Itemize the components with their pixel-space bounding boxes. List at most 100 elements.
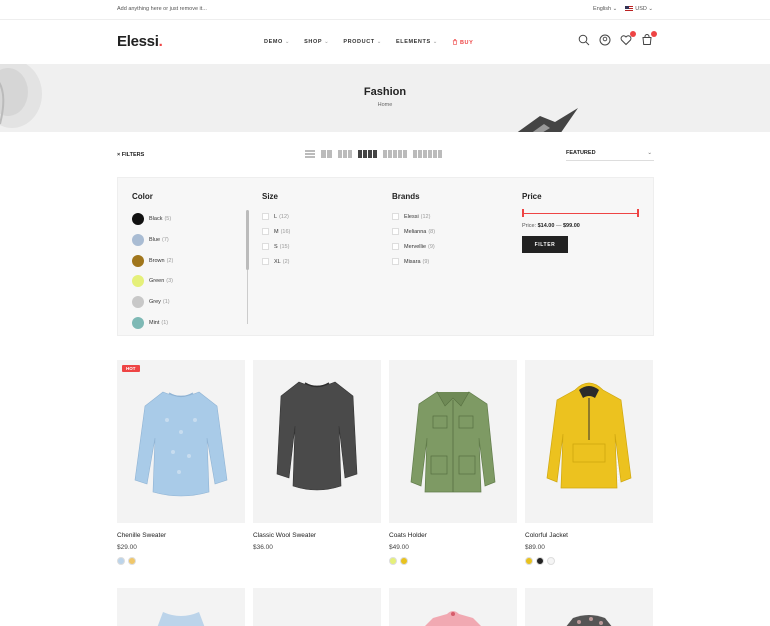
size-option-s[interactable]: S (15) xyxy=(262,239,290,254)
swatch-lime[interactable] xyxy=(389,557,397,565)
color-option-count: (1) xyxy=(161,319,169,326)
color-option-mint[interactable]: Mint (1) xyxy=(132,312,173,333)
jacket-image xyxy=(410,391,496,493)
nav-item-buy[interactable]: BUY xyxy=(452,39,473,46)
page-hero: Fashion Home xyxy=(0,64,770,132)
apply-filter-button[interactable]: FILTER xyxy=(522,236,568,253)
checkbox[interactable] xyxy=(262,258,269,265)
filter-panel: Color Black (5) Blue (7) Brown (2) Green (3) Gre… xyxy=(117,177,654,336)
us-flag-icon xyxy=(625,6,634,12)
grid-2-icon[interactable] xyxy=(321,150,332,158)
grid-5-icon[interactable] xyxy=(383,150,407,158)
grid-6-icon[interactable] xyxy=(413,150,442,158)
brand-option-label: Elessi xyxy=(404,213,419,220)
product-swatches xyxy=(117,557,245,565)
checkbox[interactable] xyxy=(392,258,399,265)
header-icons xyxy=(578,31,657,48)
nav-item-demo[interactable]: DEMO ⌄ xyxy=(264,39,290,46)
product-image[interactable]: HOT xyxy=(117,360,245,523)
currency-switcher[interactable]: USD ⌄ xyxy=(625,6,653,12)
cart-badge xyxy=(651,31,657,37)
product-image[interactable] xyxy=(389,360,517,523)
brand-option-label: Melianna xyxy=(404,228,427,235)
brand-option-misara[interactable]: Misara (9) xyxy=(392,254,435,269)
wishlist-heart-icon[interactable] xyxy=(620,31,636,48)
size-option-count: (12) xyxy=(279,213,289,220)
nav-item-product[interactable]: PRODUCT ⌄ xyxy=(343,39,382,46)
checkbox[interactable] xyxy=(262,243,269,250)
product-card[interactable]: Colorful Jacket $89.00 xyxy=(525,360,653,565)
product-name[interactable]: Classic Wool Sweater xyxy=(253,532,381,539)
nav-item-elements[interactable]: ELEMENTS ⌄ xyxy=(396,39,438,46)
product-card[interactable] xyxy=(117,588,245,626)
swatch-yellow[interactable] xyxy=(400,557,408,565)
product-name[interactable]: Chenille Sweater xyxy=(117,532,245,539)
jacket-image xyxy=(546,382,632,489)
size-option-m[interactable]: M (16) xyxy=(262,224,290,239)
swatch-black[interactable] xyxy=(536,557,544,565)
nav-item-shop[interactable]: SHOP ⌄ xyxy=(304,39,329,46)
chevron-down-icon: ⌄ xyxy=(648,6,653,12)
swatch-yellow[interactable] xyxy=(525,557,533,565)
checkbox[interactable] xyxy=(392,213,399,220)
product-image[interactable] xyxy=(525,360,653,523)
swatch-white[interactable] xyxy=(547,557,555,565)
filters-toggle-button[interactable]: × FILTERS xyxy=(117,152,144,158)
product-card[interactable] xyxy=(253,588,381,626)
chevron-down-icon: ⌄ xyxy=(324,39,330,45)
grid-4-icon[interactable] xyxy=(358,150,377,158)
breadcrumb[interactable]: Home xyxy=(0,102,770,108)
shop-toolbar: × FILTERS FEATURED ⌄ xyxy=(117,150,654,162)
price-slider-min-handle[interactable] xyxy=(522,209,524,217)
color-option-blue[interactable]: Blue (7) xyxy=(132,230,173,251)
price-range-slider[interactable] xyxy=(522,209,639,219)
size-option-l[interactable]: L (12) xyxy=(262,209,290,224)
checkbox[interactable] xyxy=(392,243,399,250)
site-logo[interactable]: Elessi. xyxy=(117,33,163,50)
product-price: $36.00 xyxy=(253,544,273,551)
hero-decoration-image xyxy=(517,108,578,132)
swatch-yellow[interactable] xyxy=(128,557,136,565)
user-icon[interactable] xyxy=(599,34,611,48)
product-card[interactable]: Coats Holder $49.00 xyxy=(389,360,517,565)
product-name[interactable]: Colorful Jacket xyxy=(525,532,653,539)
swatch-light-blue[interactable] xyxy=(117,557,125,565)
grid-1-icon[interactable] xyxy=(305,150,315,158)
product-swatches xyxy=(389,557,517,565)
brand-option-melianna[interactable]: Melianna (8) xyxy=(392,224,435,239)
checkbox[interactable] xyxy=(262,213,269,220)
size-option-xl[interactable]: XL (2) xyxy=(262,254,290,269)
price-slider-max-handle[interactable] xyxy=(637,209,639,217)
price-filter: Price Price: $14.00 — $99.00 FILTER xyxy=(522,192,639,253)
checkbox[interactable] xyxy=(262,228,269,235)
product-swatches xyxy=(525,557,653,565)
color-option-grey[interactable]: Grey (1) xyxy=(132,292,173,313)
product-card[interactable] xyxy=(389,588,517,626)
product-name[interactable]: Coats Holder xyxy=(389,532,517,539)
sort-select[interactable]: FEATURED ⌄ xyxy=(566,150,654,161)
chevron-down-icon: ⌄ xyxy=(432,39,438,45)
product-card[interactable] xyxy=(525,588,653,626)
product-image[interactable] xyxy=(253,360,381,523)
color-filter-scrollbar-thumb[interactable] xyxy=(246,210,249,270)
brand-option-count: (9) xyxy=(422,258,430,265)
size-filter-heading: Size xyxy=(262,192,279,201)
checkbox[interactable] xyxy=(392,228,399,235)
color-swatch xyxy=(132,254,144,267)
size-option-count: (15) xyxy=(279,243,290,250)
search-icon[interactable] xyxy=(578,34,590,48)
grid-3-icon[interactable] xyxy=(338,150,352,158)
product-card[interactable]: HOT Chenille Sweater $29.00 xyxy=(117,360,245,565)
size-option-label: L xyxy=(274,213,278,220)
color-option-count: (2) xyxy=(166,257,174,264)
color-option-green[interactable]: Green (3) xyxy=(132,271,173,292)
language-switcher[interactable]: English ⌄ xyxy=(593,6,617,12)
brand-option-elessi[interactable]: Elessi (12) xyxy=(392,209,435,224)
color-option-label: Black xyxy=(149,216,163,223)
brand-option-mervellie[interactable]: Mervellie (9) xyxy=(392,239,435,254)
color-option-brown[interactable]: Brown (2) xyxy=(132,250,173,271)
cart-icon[interactable] xyxy=(641,31,657,48)
product-card[interactable]: Classic Wool Sweater $36.00 xyxy=(253,360,381,551)
color-option-black[interactable]: Black (5) xyxy=(132,209,173,230)
site-header: Elessi. DEMO ⌄ SHOP ⌄ PRODUCT ⌄ ELEMENTS ⌄ B… xyxy=(0,20,770,64)
